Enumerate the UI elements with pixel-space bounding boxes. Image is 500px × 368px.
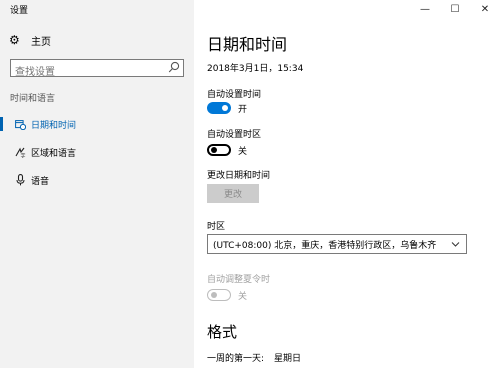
auto-timezone-toggle[interactable] — [207, 144, 231, 156]
window-title: 设置 — [10, 6, 29, 16]
region-language-icon: 字 — [14, 146, 26, 158]
format-heading: 格式 — [207, 323, 238, 341]
microphone-icon — [14, 174, 26, 186]
dst-toggle[interactable] — [207, 289, 231, 301]
gear-icon: ⚙ — [9, 33, 20, 47]
auto-time-state: 开 — [238, 105, 248, 115]
close-button[interactable]: ✕ — [470, 0, 500, 18]
first-day-value: 星期日 — [274, 354, 302, 364]
date-time-icon — [14, 118, 26, 130]
auto-time-label: 自动设置时间 — [207, 90, 262, 100]
toggle-knob — [222, 105, 228, 111]
auto-time-toggle[interactable] — [207, 102, 231, 114]
sidebar-item-date-time[interactable]: 日期和时间 — [0, 113, 194, 135]
dst-state: 关 — [238, 292, 248, 302]
maximize-button[interactable]: ☐ — [440, 0, 470, 18]
timezone-select[interactable]: (UTC+08:00) 北京，重庆，香港特别行政区，乌鲁木齐 — [207, 234, 467, 254]
toggle-knob — [211, 292, 217, 298]
change-datetime-button[interactable]: 更改 — [207, 184, 259, 203]
timezone-value: (UTC+08:00) 北京，重庆，香港特别行政区，乌鲁木齐 — [213, 240, 437, 251]
search-box[interactable] — [10, 59, 184, 81]
auto-timezone-state: 关 — [238, 147, 248, 157]
search-icon[interactable] — [168, 61, 180, 75]
sidebar-item-speech[interactable]: 语音 — [0, 169, 194, 191]
sidebar-item-label: 语音 — [31, 176, 50, 187]
page-title: 日期和时间 — [207, 35, 288, 54]
main-content: — ☐ ✕ 日期和时间 2018年3月1日，15:34 自动设置时间 开 自动设… — [194, 0, 500, 368]
sidebar-item-region-language[interactable]: 字 区域和语言 — [0, 141, 194, 163]
selected-indicator — [0, 117, 3, 131]
dst-label: 自动调整夏令时 — [207, 275, 271, 285]
home-label: 主页 — [31, 36, 51, 48]
svg-text:字: 字 — [20, 152, 25, 158]
section-title: 时间和语言 — [10, 94, 56, 104]
change-datetime-label: 更改日期和时间 — [207, 171, 271, 181]
home-nav-item[interactable]: ⚙ 主页 — [9, 32, 51, 48]
sidebar-item-label: 区域和语言 — [31, 148, 77, 159]
sidebar: 设置 ⚙ 主页 时间和语言 日期和时间 字 区域和语言 — [0, 0, 194, 368]
sidebar-item-label: 日期和时间 — [31, 120, 77, 131]
timezone-label: 时区 — [207, 222, 226, 232]
search-input[interactable] — [11, 64, 165, 81]
current-datetime: 2018年3月1日，15:34 — [207, 64, 304, 74]
auto-timezone-label: 自动设置时区 — [207, 130, 262, 140]
first-day-label: 一周的第一天: — [207, 354, 265, 364]
minimize-button[interactable]: — — [410, 0, 440, 18]
chevron-down-icon — [451, 242, 460, 247]
toggle-knob — [211, 147, 217, 153]
